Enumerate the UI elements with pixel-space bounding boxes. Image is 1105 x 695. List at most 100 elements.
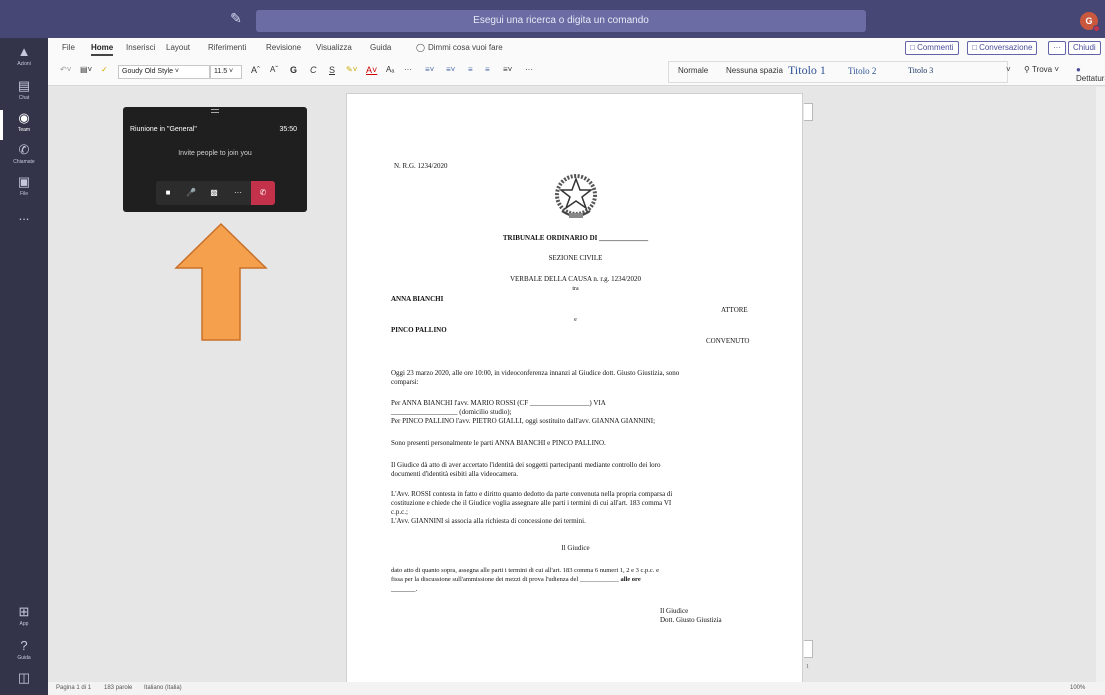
styles-more-icon[interactable]: ˅ — [1006, 65, 1011, 74]
rail-item-chiamate[interactable]: ✆ Chiamate — [0, 142, 48, 172]
page-edge-marker — [804, 640, 813, 658]
tab-insert[interactable]: Inserisci — [126, 43, 155, 52]
more-actions-icon[interactable]: ··· — [226, 181, 250, 205]
tab-review[interactable]: Revisione — [266, 43, 301, 52]
paragraph-line: L'Avv. ROSSI contesta in fatto e diritto… — [391, 490, 673, 498]
clear-format-icon[interactable]: Aₐ — [386, 65, 394, 74]
tra-label: tra — [572, 286, 579, 292]
font-family-value: Goudy Old Style — [122, 68, 173, 75]
dictate-label: Dettatura — [1076, 74, 1105, 83]
meeting-window[interactable]: Riunione in "General" 35:50 Invite peopl… — [123, 107, 307, 212]
rail-item-app[interactable]: ⊞ App — [0, 604, 48, 634]
undo-icon[interactable]: ↶˅ — [60, 65, 71, 74]
up-arrow-annotation-icon — [174, 222, 268, 341]
find-button[interactable]: ⚲ Trova ˅ — [1024, 65, 1059, 74]
drag-handle-icon[interactable] — [211, 109, 219, 113]
italic-icon[interactable]: C — [310, 65, 317, 75]
e-label: e — [574, 317, 577, 323]
tab-references[interactable]: Riferimenti — [208, 43, 246, 52]
rail-item-more[interactable]: ... — [0, 208, 48, 238]
verbale-heading: VERBALE DELLA CAUSA n. r.g. 1234/2020 — [509, 275, 642, 283]
paragraph-line: _______. — [391, 585, 418, 593]
comments-button[interactable]: □ Commenti — [905, 41, 959, 55]
align-icon[interactable]: ≡˅ — [503, 65, 512, 74]
microphone-icon[interactable]: 🎤 — [179, 181, 203, 205]
paragraph-line: ___________________ (domicilio studio); — [391, 408, 512, 416]
rail-item-guida[interactable]: ? Guida — [0, 638, 48, 668]
tab-help[interactable]: Guida — [370, 43, 391, 52]
apps-icon: ⊞ — [18, 604, 30, 619]
camera-icon[interactable]: ■ — [156, 181, 180, 205]
paragraph-line: Oggi 23 marzo 2020, alle ore 10:00, in v… — [391, 369, 680, 377]
style-normal[interactable]: Normale — [678, 66, 708, 75]
rail-item-azioni[interactable]: ▲ Azioni — [0, 44, 48, 74]
share-screen-icon[interactable]: ▩ — [202, 181, 226, 205]
styles-gallery — [668, 61, 1008, 83]
rail-label: Chat — [18, 95, 30, 101]
lightbulb-icon: ◯ — [416, 43, 425, 52]
font-color-icon[interactable]: A˅ — [366, 65, 377, 75]
zoom-level[interactable]: 100% — [1070, 685, 1085, 691]
team-icon: ◉ — [18, 110, 30, 125]
rail-label: Azioni — [17, 61, 31, 67]
tab-view[interactable]: Visualizza — [316, 43, 352, 52]
font-size-select[interactable]: 11.5 ˅ — [210, 65, 242, 79]
giudice-heading: Il Giudice — [561, 544, 590, 552]
tell-me-search[interactable]: Dimmi cosa vuoi fare — [428, 43, 503, 52]
help-icon: ? — [20, 638, 28, 653]
close-button[interactable]: Chiudi — [1068, 41, 1101, 55]
invite-text: Invite people to join you — [178, 150, 252, 157]
signature-title: Il Giudice — [660, 607, 689, 615]
more-font-icon[interactable]: ··· — [404, 65, 412, 74]
rail-item-chat[interactable]: ▤ Chat — [0, 78, 48, 108]
document-page[interactable]: N. R.G. 1234/2020 TRIBUNALE ORDINARIO DI… — [346, 93, 803, 693]
underline-icon[interactable]: S — [329, 65, 335, 75]
party-plaintiff: ANNA BIANCHI — [391, 295, 444, 303]
paragraph-line: comparsi: — [391, 378, 419, 386]
style-heading-3[interactable]: Titolo 3 — [908, 66, 933, 75]
bell-icon: ▲ — [17, 44, 31, 59]
vertical-scrollbar[interactable] — [1096, 87, 1105, 682]
language[interactable]: Italiano (Italia) — [144, 685, 182, 691]
increase-indent-icon[interactable]: ≡ — [485, 65, 490, 74]
dictate-button[interactable]: ● Dettatura — [1076, 65, 1105, 83]
rail-label: File — [19, 191, 29, 197]
rail-item-file[interactable]: ▣ File — [0, 174, 48, 204]
bold-icon[interactable]: G — [290, 65, 297, 75]
user-avatar[interactable]: G — [1080, 12, 1100, 32]
hang-up-icon[interactable]: ✆ — [251, 181, 275, 205]
paragraph-line: L'Avv. GIANNINI si associa alla richiest… — [391, 517, 586, 525]
tab-layout[interactable]: Layout — [166, 43, 190, 52]
phone-icon: ✆ — [18, 142, 30, 157]
search-bar[interactable]: Esegui una ricerca o digita un comando — [256, 10, 866, 32]
new-chat-icon[interactable]: ✎ — [226, 8, 246, 28]
conversation-button[interactable]: □ Conversazione — [967, 41, 1038, 55]
meeting-timer: 35:50 — [279, 126, 297, 133]
meeting-controls: ■ 🎤 ▩ ··· ✆ — [156, 181, 275, 205]
ribbon-toolbar: ↶˅ ▤˅ ✓ Goudy Old Style ˅ 11.5 ˅ Aˆ Aˇ G… — [48, 58, 1105, 86]
style-heading-2[interactable]: Titolo 2 — [848, 66, 876, 76]
more-paragraph-icon[interactable]: ··· — [525, 65, 533, 74]
tab-home[interactable]: Home — [91, 43, 114, 56]
decrease-indent-icon[interactable]: ≡ — [468, 65, 473, 74]
shrink-font-icon[interactable]: Aˇ — [270, 65, 278, 74]
bullets-icon[interactable]: ≡˅ — [425, 65, 434, 74]
font-family-select[interactable]: Goudy Old Style ˅ — [118, 65, 210, 79]
highlight-icon[interactable]: ✎˅ — [346, 65, 357, 74]
conversation-label: Conversazione — [979, 43, 1033, 52]
grow-font-icon[interactable]: Aˆ — [251, 65, 260, 75]
rail-item-team[interactable]: ◉ Team — [0, 110, 48, 140]
rail-item-feedback[interactable]: ◫ — [0, 670, 48, 695]
paste-icon[interactable]: ▤˅ — [80, 65, 92, 74]
page-edge-marker — [804, 103, 813, 121]
more-options-button[interactable]: ··· — [1048, 41, 1066, 55]
format-painter-icon[interactable]: ✓ — [101, 65, 108, 74]
role-defendant: CONVENUTO — [706, 337, 750, 345]
numbering-icon[interactable]: ≡˅ — [446, 65, 455, 74]
rail-label: Chiamate — [13, 159, 35, 165]
style-no-spacing[interactable]: Nessuna spazia — [726, 66, 783, 75]
style-heading-1[interactable]: Titolo 1 — [788, 63, 826, 78]
app-rail: ▲ Azioni ▤ Chat ◉ Team ✆ Chiamate ▣ File ... … — [0, 38, 48, 695]
court-heading: TRIBUNALE ORDINARIO DI ______________ — [502, 234, 649, 242]
tab-file[interactable]: File — [62, 43, 75, 52]
